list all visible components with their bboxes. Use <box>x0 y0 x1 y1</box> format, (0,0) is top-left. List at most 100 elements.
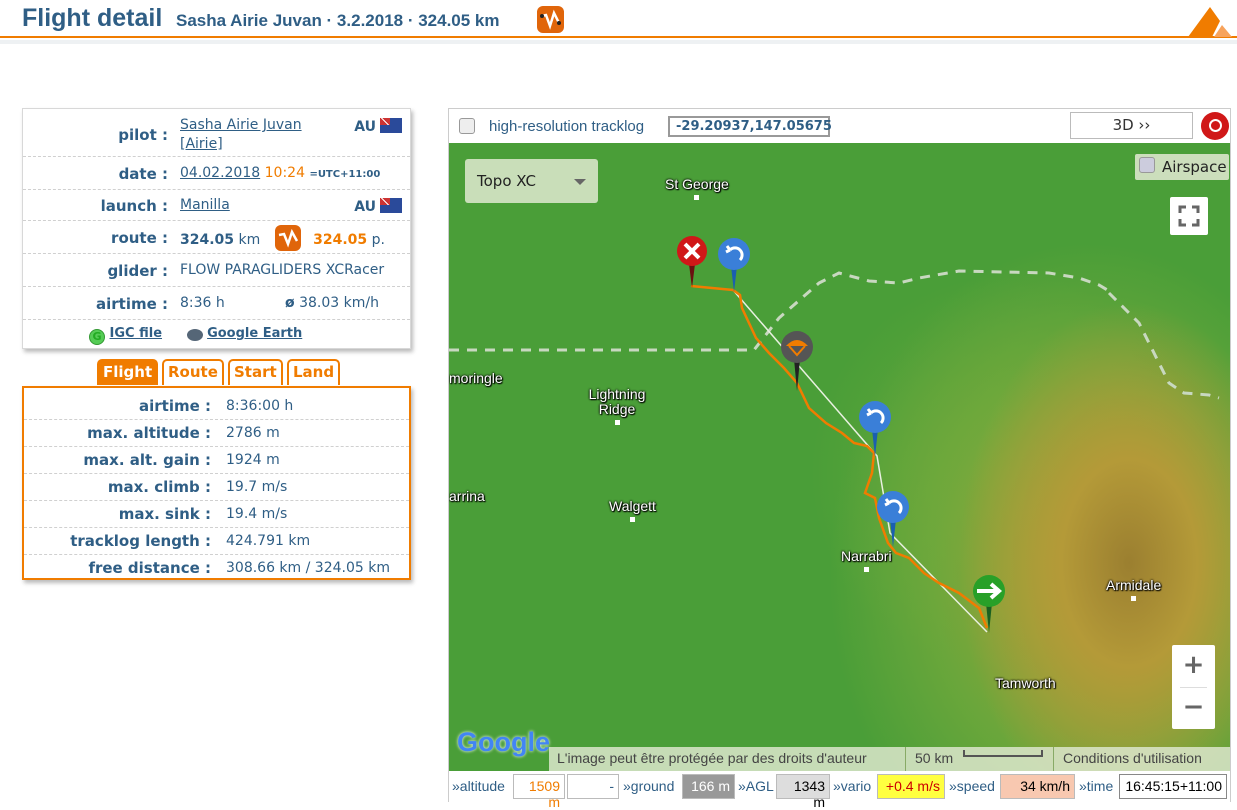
tab-route[interactable]: Route <box>162 359 224 385</box>
state-border-line <box>449 269 1110 352</box>
stat-value: 308.66 km / 324.05 km <box>226 560 390 576</box>
pilot-nickname-link[interactable]: [Airie] <box>180 136 223 152</box>
attrib-divider <box>905 747 906 771</box>
airspace-checkbox[interactable] <box>1139 157 1155 173</box>
stat-label: max. alt. gain : <box>83 451 211 469</box>
city-label: Walgett <box>609 499 656 522</box>
google-earth-icon <box>186 329 203 341</box>
stat-value: 19.4 m/s <box>226 506 288 522</box>
route-row: route : 324.05 km 324.05 p. <box>23 221 410 254</box>
route-km-unit: km <box>238 232 261 248</box>
launch-time: 10:24 <box>264 165 305 181</box>
page-title: Flight detail <box>22 4 163 32</box>
stat-value: 8:36:00 h <box>226 398 294 414</box>
pilot-country: AU <box>354 118 402 135</box>
airspace-toggle[interactable]: Airspace <box>1135 154 1229 180</box>
xcontest-route-icon[interactable] <box>537 6 564 33</box>
stat-row: free distance : 308.66 km / 324.05 km <box>24 555 409 579</box>
launch-label: launch : <box>100 197 168 215</box>
stat-label: max. sink : <box>118 505 211 523</box>
map-attribution-bar: L'image peut être protégée par des droit… <box>549 747 1230 771</box>
speed-label: »speed <box>949 778 995 794</box>
state-border-line <box>1107 291 1220 400</box>
coordinates-display: -29.20937,147.05675 <box>668 116 832 137</box>
stat-row: airtime : 8:36:00 h <box>24 393 409 420</box>
avg-speed: ø 38.03 km/h <box>285 295 379 311</box>
fullscreen-button[interactable] <box>1170 197 1208 235</box>
date-label: date : <box>118 165 168 183</box>
glider-label: glider : <box>107 262 168 280</box>
chevron-down-icon <box>574 179 586 185</box>
launch-site-link[interactable]: Manilla <box>180 197 230 213</box>
city-label: moringle <box>449 370 503 386</box>
tab-land[interactable]: Land <box>287 359 341 385</box>
map-layer-select[interactable]: Topo XC <box>465 159 598 203</box>
scale-bar <box>963 750 1043 757</box>
australia-flag-icon <box>380 198 402 213</box>
flight-info-panel: pilot : Sasha Airie Juvan [Airie] AU dat… <box>22 108 411 349</box>
speed-value: 34 km/h <box>1000 774 1075 799</box>
hires-tracklog-label: high-resolution tracklog <box>489 118 645 135</box>
pilot-label: pilot : <box>118 126 168 144</box>
turnpoint-marker-icon[interactable] <box>859 401 891 457</box>
pilot-name-link[interactable]: Sasha Airie Juvan <box>180 117 302 133</box>
city-label: St George <box>665 177 729 200</box>
route-points: 324.05 <box>313 232 368 248</box>
zoom-out-button[interactable]: − <box>1172 687 1215 729</box>
australia-flag-icon <box>380 118 402 133</box>
stat-row: max. sink : 19.4 m/s <box>24 501 409 528</box>
terms-link[interactable]: Conditions d'utilisation <box>1063 750 1202 766</box>
attrib-divider <box>1053 747 1054 771</box>
airspace-label: Airspace <box>1162 158 1227 176</box>
tracklog-readout-bar: »altitude 1509 m - »ground 166 m »AGL 13… <box>449 771 1230 810</box>
launch-country: AU <box>354 198 402 215</box>
google-earth-link[interactable]: Google Earth <box>207 326 302 341</box>
map-overlay <box>449 269 1220 633</box>
city-label: Lightning Ridge <box>582 387 652 425</box>
turnpoint-marker-icon[interactable] <box>877 491 909 547</box>
stat-label: tracklog length : <box>70 532 211 550</box>
tracklog-line <box>690 284 989 629</box>
view-3d-button[interactable]: 3D ›› <box>1070 112 1193 139</box>
city-label: Narrabri <box>841 549 892 572</box>
scale-label: 50 km <box>915 750 954 766</box>
time-value: 16:45:15+11:00 <box>1119 774 1227 799</box>
page-subtitle: Sasha Airie Juvan · 3.2.2018 · 324.05 km <box>176 11 500 30</box>
google-logo: Google <box>457 727 550 757</box>
agl-value: 1343 m <box>776 774 830 810</box>
zoom-in-button[interactable]: + <box>1172 645 1215 687</box>
zoom-search-icon[interactable] <box>1201 112 1229 140</box>
map-toolbar: high-resolution tracklog -29.20937,147.0… <box>449 109 1230 143</box>
map-panel: high-resolution tracklog -29.20937,147.0… <box>448 108 1231 810</box>
airtime-value: 8:36 h <box>180 295 225 311</box>
pilot-row: pilot : Sasha Airie Juvan [Airie] AU <box>23 109 410 157</box>
pilot-country-code: AU <box>354 119 376 135</box>
site-logo-icon[interactable] <box>1188 5 1232 37</box>
airtime-label: airtime : <box>96 295 168 313</box>
agl-label: »AGL <box>738 778 774 794</box>
igc-file-link[interactable]: IGC file <box>110 326 162 341</box>
stat-label: airtime : <box>139 397 211 415</box>
page-header: Flight detail Sasha Airie Juvan · 3.2.20… <box>0 0 1237 38</box>
route-line <box>690 285 988 633</box>
route-value: 324.05 km 324.05 p. <box>180 225 385 251</box>
flight-stats-panel: airtime : 8:36:00 h max. altitude : 2786 m… <box>22 386 411 580</box>
hires-tracklog-checkbox[interactable] <box>459 118 475 134</box>
glider-position-marker-icon[interactable] <box>781 331 813 391</box>
tab-flight[interactable]: Flight <box>97 359 159 385</box>
route-type-icon[interactable] <box>274 225 301 251</box>
takeoff-marker-icon[interactable] <box>973 575 1005 633</box>
avg-speed-value: 38.03 km/h <box>299 295 379 311</box>
stat-row: max. alt. gain : 1924 m <box>24 447 409 474</box>
glider-value: FLOW PARAGLIDERS XCRacer <box>180 262 385 278</box>
map-canvas[interactable]: St George moringle Lightning Ridge arrin… <box>449 143 1230 771</box>
turnpoint-marker-icon[interactable] <box>718 238 750 292</box>
launch-row: launch : Manilla AU <box>23 190 410 221</box>
date-link[interactable]: 04.02.2018 <box>180 165 260 181</box>
landing-marker-icon[interactable] <box>677 236 707 288</box>
igc-icon: G <box>89 329 105 345</box>
altitude-secondary-value: - <box>567 774 619 799</box>
timezone: =UTC+11:00 <box>309 169 381 180</box>
map-layer-value: Topo XC <box>477 172 536 190</box>
tab-start[interactable]: Start <box>228 359 283 385</box>
